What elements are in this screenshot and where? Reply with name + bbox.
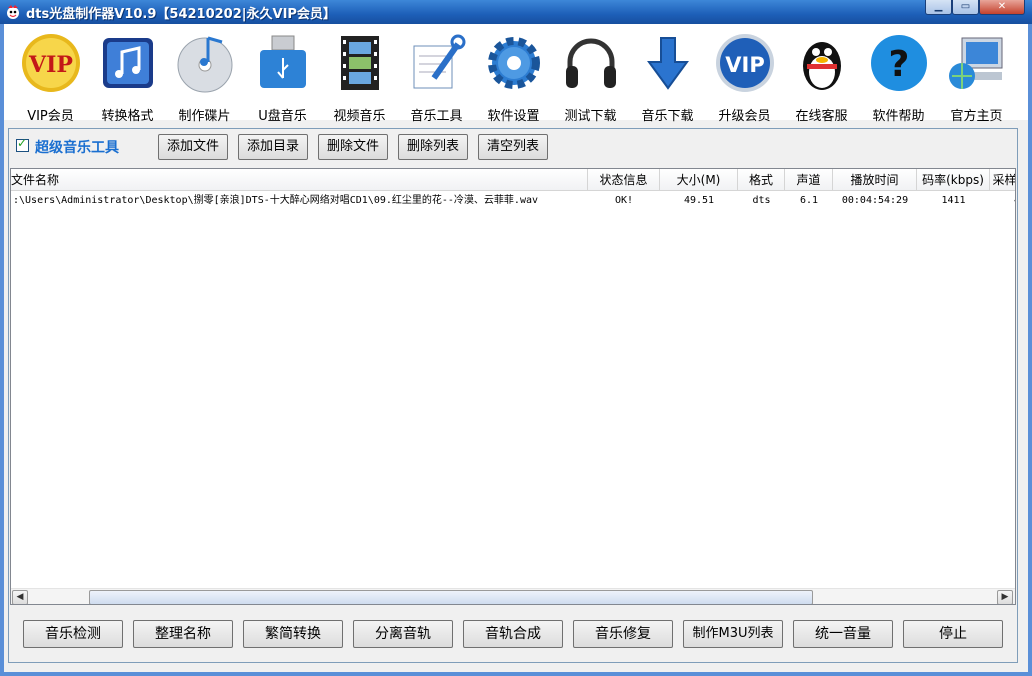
gear-icon [488,37,540,89]
vip-blue-icon: VIP [716,34,774,92]
toolbar-software-help[interactable]: ? 软件帮助 [860,32,937,124]
cell-status: OK! [614,195,634,206]
window-title: dts光盘制作器V10.9【54210202|永久VIP会员】 [26,7,336,22]
minimize-button[interactable]: ▁ [925,0,952,15]
toolbar-music-tools[interactable]: 音乐工具 [398,32,475,124]
add-file-button[interactable]: 添加文件 [158,134,228,160]
toolbar-label: 音乐工具 [410,109,463,124]
toolbar-music-download[interactable]: 音乐下载 [629,32,706,124]
cell-size: 49.51 [683,195,715,206]
delete-file-button[interactable]: 删除文件 [318,134,388,160]
music-note-icon [103,38,153,88]
column-sample[interactable]: 采样 [990,169,1015,191]
cd-disc-icon [177,36,233,93]
app-logo-icon [7,5,19,19]
delete-list-button[interactable]: 删除列表 [398,134,468,160]
toolbar-label: 官方主页 [950,109,1003,124]
usb-drive-icon [260,35,306,88]
help-icon: ? [871,35,927,91]
svg-text:?: ? [889,44,910,85]
vip-gold-icon: VIP [22,34,80,92]
toolbar-test-download[interactable]: 测试下载 [552,32,629,124]
title-bar: dts光盘制作器V10.9【54210202|永久VIP会员】 ▁ ▭ ✕ [0,0,1032,24]
penguin-icon [803,42,841,90]
column-format[interactable]: 格式 [738,169,785,191]
column-size[interactable]: 大小(M) [660,169,738,191]
toolbar-label: 制作碟片 [178,109,231,124]
organize-names-button[interactable]: 整理名称 [133,620,233,648]
toolbar-label: 音乐下载 [641,109,694,124]
make-m3u-list-button[interactable]: 制作M3U列表 [683,620,783,648]
toolbar-label: 软件帮助 [872,109,925,124]
cell-sample: 4 [990,192,1015,210]
scroll-right-button[interactable]: ▶ [997,590,1013,604]
cell-duration: 00:04:54:29 [841,195,909,206]
merge-tracks-button[interactable]: 音轨合成 [463,620,563,648]
cell-bitrate: 1411 [941,195,966,206]
toolbar-label: 测试下载 [564,109,617,124]
split-tracks-button[interactable]: 分离音轨 [353,620,453,648]
svg-text:VIP: VIP [28,52,73,78]
toolbar-online-service[interactable]: 在线客服 [783,32,860,124]
main-toolbar: VIP VIP会员 转换格式 制作碟片 U盘音乐 视频音乐 音乐工具 软件设置 … [4,24,1028,124]
super-music-tools-checkbox[interactable] [16,136,29,152]
maximize-button[interactable]: ▭ [952,0,979,15]
cell-channels: 6.1 [799,195,819,206]
toolbar-software-settings[interactable]: 软件设置 [475,32,552,124]
super-music-tools-label[interactable]: 超级音乐工具 [35,137,119,157]
clear-list-button[interactable]: 清空列表 [478,134,548,160]
toolbar-make-disc[interactable]: 制作碟片 [166,32,243,124]
scroll-thumb[interactable] [89,590,813,604]
stop-button[interactable]: 停止 [903,620,1003,648]
toolbar-label: 升级会员 [718,109,771,124]
toolbar-usb-music[interactable]: U盘音乐 [244,32,321,124]
column-duration[interactable]: 播放时间 [833,169,917,191]
toolbar-label: 转换格式 [101,109,154,124]
svg-text:VIP: VIP [725,53,764,77]
cell-format: dts [752,195,771,206]
toolbar-convert-format[interactable]: 转换格式 [89,32,166,124]
column-file-name[interactable]: 文件名称 [11,169,588,191]
toolbar-label: 视频音乐 [333,109,386,124]
music-detect-button[interactable]: 音乐检测 [23,620,123,648]
toolbar-vip-member[interactable]: VIP VIP会员 [12,32,89,124]
film-strip-icon [341,36,379,90]
download-arrow-icon [647,37,689,90]
cell-file-name: :\Users\Administrator\Desktop\捌零[亲浪]DTS-… [13,195,539,206]
headphones-icon [566,38,616,88]
column-bitrate[interactable]: 码率(kbps) [917,169,990,191]
toolbar-label: U盘音乐 [258,109,307,124]
music-repair-button[interactable]: 音乐修复 [573,620,673,648]
close-button[interactable]: ✕ [979,0,1025,15]
computer-globe-icon [949,37,1003,89]
grid-header: 文件名称 状态信息 大小(M) 格式 声道 播放时间 码率(kbps) 采样 [11,169,1015,191]
column-status[interactable]: 状态信息 [588,169,660,191]
add-folder-button[interactable]: 添加目录 [238,134,308,160]
table-row[interactable]: :\Users\Administrator\Desktop\捌零[亲浪]DTS-… [11,192,1015,210]
toolbar-upgrade-member[interactable]: VIP 升级会员 [706,32,783,124]
tools-icon [413,34,466,89]
toolbar-label: 在线客服 [795,109,848,124]
unify-volume-button[interactable]: 统一音量 [793,620,893,648]
horizontal-scrollbar[interactable]: ◀ ▶ [11,588,1015,604]
column-channels[interactable]: 声道 [785,169,833,191]
toolbar-official-homepage[interactable]: 官方主页 [938,32,1015,124]
scroll-left-button[interactable]: ◀ [12,590,28,604]
toolbar-label: VIP会员 [27,109,74,124]
toolbar-label: 软件设置 [487,109,540,124]
file-list-grid[interactable]: 文件名称 状态信息 大小(M) 格式 声道 播放时间 码率(kbps) 采样 :… [10,168,1016,605]
toolbar-video-music[interactable]: 视频音乐 [321,32,398,124]
simplified-traditional-convert-button[interactable]: 繁简转换 [243,620,343,648]
